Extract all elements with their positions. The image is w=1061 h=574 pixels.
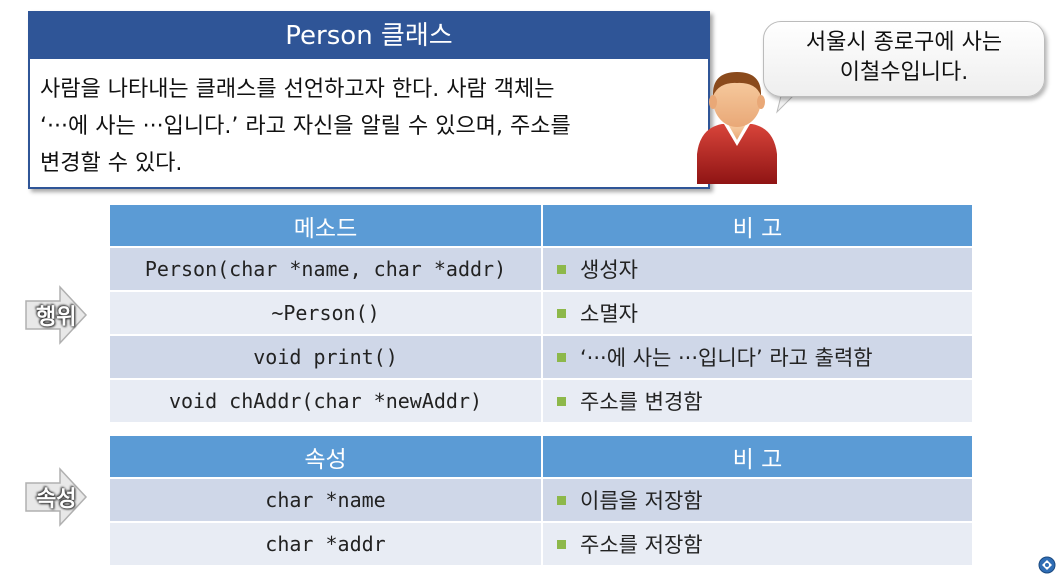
- attribute-note-cell: 이름을 저장함: [542, 477, 972, 522]
- table-row: void chAddr(char *newAddr) 주소를 변경함: [110, 378, 972, 422]
- title-bar: Person 클래스: [30, 13, 708, 59]
- table-row: void print() ‘···에 사는 ···입니다’ 라고 출력함: [110, 334, 972, 379]
- bullet-icon: [557, 396, 566, 406]
- logo-icon: [1038, 556, 1056, 574]
- methods-header-method: 메소드: [110, 205, 543, 247]
- method-note: 소멸자: [580, 302, 638, 326]
- table-row: ~Person() 소멸자: [110, 290, 972, 335]
- attributes-header-row: 속성 비 고: [110, 436, 972, 478]
- method-name: void chAddr(char *newAddr): [110, 378, 543, 422]
- method-name: ~Person(): [110, 290, 543, 335]
- body-line: 사람을 나타내는 클래스를 선언하고자 한다. 사람 객체는: [40, 77, 555, 102]
- body-line: 변경할 수 있다.: [40, 151, 183, 176]
- method-name: void print(): [110, 334, 543, 379]
- bubble-line: 서울시 종로구에 사는: [805, 30, 1003, 55]
- attributes-header-note: 비 고: [542, 436, 972, 478]
- method-note-cell: ‘···에 사는 ···입니다’ 라고 출력함: [542, 334, 972, 379]
- bullet-icon: [557, 352, 566, 362]
- method-note: 생성자: [580, 258, 638, 282]
- method-note: 주소를 변경함: [580, 390, 703, 414]
- attribute-note-cell: 주소를 저장함: [542, 521, 972, 565]
- attribute-name: char *name: [110, 477, 543, 522]
- bullet-icon: [557, 264, 566, 274]
- speech-bubble: 서울시 종로구에 사는 이철수입니다.: [763, 21, 1045, 97]
- table-row: char *name 이름을 저장함: [110, 477, 972, 522]
- table-row: Person(char *name, char *addr) 생성자: [110, 246, 972, 291]
- method-name: Person(char *name, char *addr): [110, 246, 543, 291]
- body-line: ‘···에 사는 ···입니다.’ 라고 자신을 알릴 수 있으며, 주소를: [40, 114, 571, 139]
- attribute-note: 주소를 저장함: [580, 533, 703, 557]
- attributes-table: 속성 비 고 char *name 이름을 저장함 char *addr 주소를…: [110, 436, 972, 565]
- table-row: char *addr 주소를 저장함: [110, 521, 972, 565]
- methods-table: 메소드 비 고 Person(char *name, char *addr) 생…: [110, 205, 972, 422]
- bullet-icon: [557, 495, 566, 505]
- method-note-cell: 생성자: [542, 246, 972, 291]
- methods-header-note: 비 고: [542, 205, 972, 247]
- title-box: Person 클래스 사람을 나타내는 클래스를 선언하고자 한다. 사람 객체…: [28, 11, 710, 189]
- attributes-header-attr: 속성: [110, 436, 543, 478]
- method-note-cell: 주소를 변경함: [542, 378, 972, 422]
- method-note-cell: 소멸자: [542, 290, 972, 335]
- methods-header-row: 메소드 비 고: [110, 205, 972, 247]
- attribute-label: 속성: [36, 487, 77, 512]
- bullet-icon: [557, 539, 566, 549]
- bubble-line: 이철수입니다.: [839, 60, 969, 85]
- bullet-icon: [557, 308, 566, 318]
- title-body: 사람을 나타내는 클래스를 선언하고자 한다. 사람 객체는 ‘···에 사는 …: [30, 59, 708, 182]
- behavior-label: 행위: [36, 305, 77, 330]
- attribute-note: 이름을 저장함: [580, 489, 703, 513]
- attribute-name: char *addr: [110, 521, 543, 565]
- method-note: ‘···에 사는 ···입니다’ 라고 출력함: [580, 346, 873, 370]
